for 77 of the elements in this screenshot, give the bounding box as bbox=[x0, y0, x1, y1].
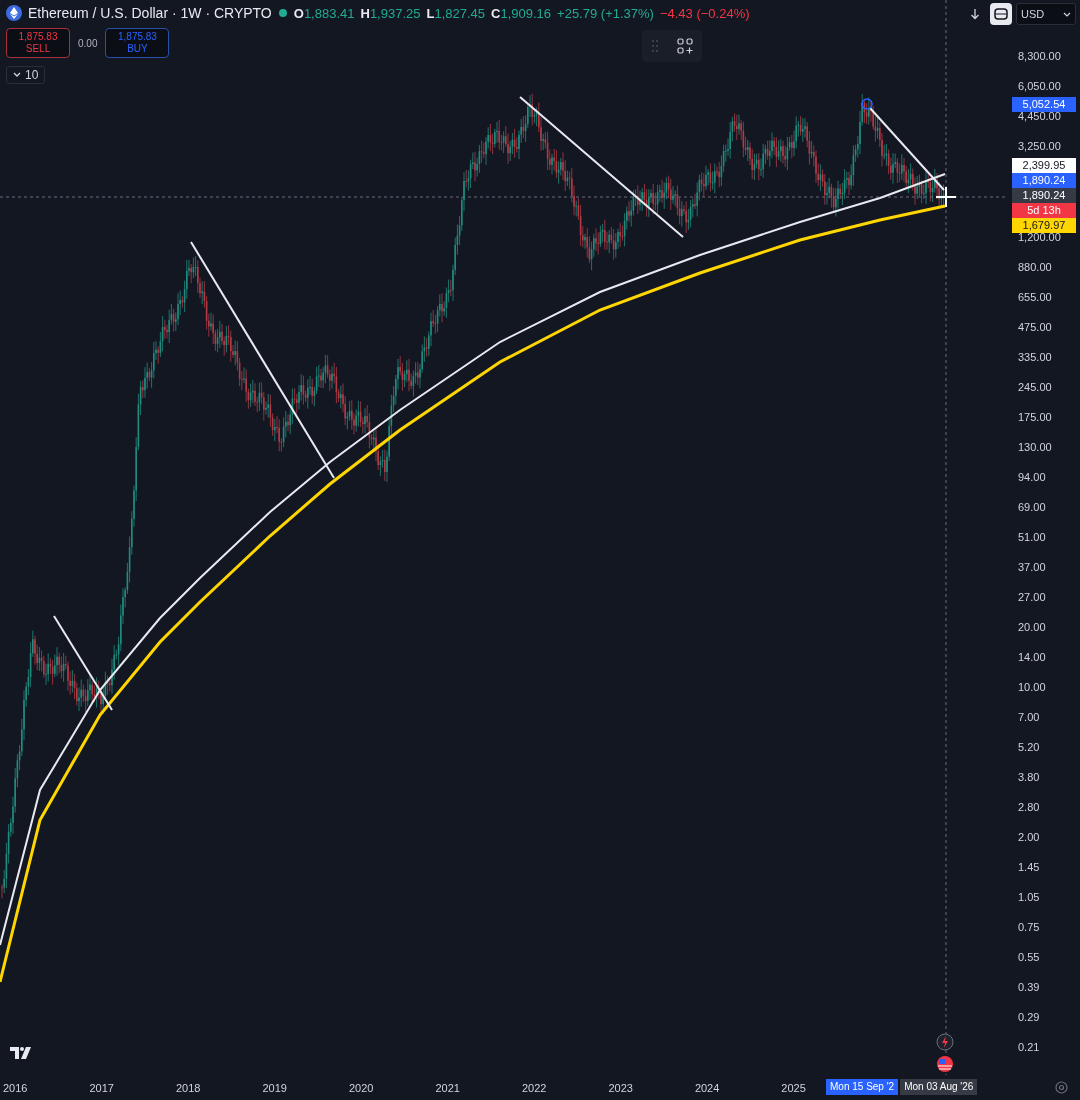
price-tick-label: 2.80 bbox=[1018, 801, 1040, 814]
price-tick-label: 175.00 bbox=[1018, 411, 1052, 424]
caret-icon bbox=[1063, 11, 1071, 17]
buy-button[interactable]: 1,875.83 BUY bbox=[105, 28, 170, 58]
symbol-title: Ethereum / U.S. Dollar · 1W · CRYPTO bbox=[28, 5, 272, 21]
price-tick-label: 20.00 bbox=[1018, 621, 1046, 634]
year-label: 2019 bbox=[262, 1081, 287, 1094]
price-tick-label: 37.00 bbox=[1018, 561, 1046, 574]
indicators-toggle[interactable]: 10 bbox=[6, 66, 46, 84]
date-label: Mon 15 Sep '2 bbox=[826, 1079, 899, 1095]
year-label: 2018 bbox=[175, 1081, 201, 1094]
rounded-square-icon bbox=[994, 8, 1008, 20]
screen-toggle-button[interactable] bbox=[990, 3, 1012, 25]
price-tick-label: 94.00 bbox=[1018, 471, 1046, 484]
price-tick-label: 6,050.00 bbox=[1018, 80, 1061, 93]
crosshair-cursor-icon bbox=[935, 186, 957, 208]
price-label: 5d 13h bbox=[1012, 203, 1076, 218]
price-tick-label: 7.00 bbox=[1018, 711, 1040, 724]
coin-logo-icon bbox=[6, 5, 22, 21]
price-tick-label: 0.21 bbox=[1018, 1041, 1040, 1054]
price-tick-label: 2.00 bbox=[1018, 831, 1040, 844]
year-label: 2025 bbox=[781, 1081, 806, 1094]
price-tick-label: 3,250.00 bbox=[1018, 140, 1061, 153]
pending-change-value: −4.43 (−0.24%) bbox=[659, 5, 750, 21]
year-label: 2022 bbox=[521, 1081, 547, 1094]
price-tick-label: 0.75 bbox=[1018, 921, 1040, 934]
price-label: 1,679.97 bbox=[1012, 218, 1076, 233]
price-tick-label: 1.45 bbox=[1018, 861, 1040, 874]
price-tick-label: 4,450.00 bbox=[1018, 110, 1061, 123]
lightning-icon[interactable] bbox=[936, 1033, 954, 1051]
date-label: Mon 03 Aug '26 bbox=[900, 1079, 978, 1095]
grid-plus-icon[interactable] bbox=[677, 38, 693, 54]
status-dot-icon bbox=[277, 8, 288, 18]
price-tick-label: 1.05 bbox=[1018, 891, 1040, 904]
price-tick-label: 10.00 bbox=[1018, 681, 1046, 694]
ohlc-value: O1,883.41 bbox=[293, 5, 355, 21]
price-tick-label: 3.80 bbox=[1018, 771, 1040, 784]
price-label: 5,052.54 bbox=[1012, 97, 1076, 112]
ohlc-value: C1,909.16 bbox=[491, 5, 552, 21]
settings-icon[interactable] bbox=[1055, 1081, 1068, 1094]
spread-value: 0.00 bbox=[78, 37, 98, 49]
year-label: 2017 bbox=[89, 1081, 114, 1094]
chevron-down-icon bbox=[13, 72, 21, 78]
price-tick-label: 1,200.00 bbox=[1018, 231, 1061, 244]
price-tick-label: 335.00 bbox=[1018, 351, 1052, 364]
price-tick-label: 245.00 bbox=[1018, 381, 1052, 394]
year-label: 2024 bbox=[694, 1081, 720, 1094]
price-tick-label: 69.00 bbox=[1018, 501, 1046, 514]
logo-icon[interactable] bbox=[10, 1047, 32, 1059]
price-tick-label: 0.29 bbox=[1018, 1011, 1040, 1024]
year-label: 2023 bbox=[608, 1081, 633, 1094]
flag-icon bbox=[936, 1055, 954, 1073]
price-tick-label: 8,300.00 bbox=[1018, 50, 1061, 63]
drag-handle-icon[interactable] bbox=[651, 39, 659, 53]
price-label: 2,399.95 bbox=[1012, 158, 1076, 173]
price-tick-label: 51.00 bbox=[1018, 531, 1046, 544]
price-tick-label: 130.00 bbox=[1018, 441, 1052, 454]
price-label: 1,890.24 bbox=[1012, 173, 1076, 188]
price-tick-label: 475.00 bbox=[1018, 321, 1052, 334]
price-tick-label: 14.00 bbox=[1018, 651, 1046, 664]
year-label: 2020 bbox=[348, 1081, 374, 1094]
sell-button[interactable]: 1,875.83 SELL bbox=[6, 28, 70, 58]
price-tick-label: 880.00 bbox=[1018, 261, 1052, 274]
year-label: 2016 bbox=[3, 1081, 28, 1094]
arrow-down-icon bbox=[970, 8, 980, 20]
currency-dropdown[interactable]: USD bbox=[1016, 3, 1076, 25]
price-tick-label: 0.55 bbox=[1018, 951, 1040, 964]
price-label: 1,890.24 bbox=[1012, 188, 1076, 203]
change-value: +25.79 (+1.37%) bbox=[557, 5, 654, 21]
circle-marker-icon bbox=[861, 98, 873, 110]
price-tick-label: 27.00 bbox=[1018, 591, 1046, 604]
ohlc-value: H1,937.25 bbox=[360, 5, 421, 21]
year-label: 2021 bbox=[435, 1081, 460, 1094]
ohlc-value: L1,827.45 bbox=[426, 5, 486, 21]
price-tick-label: 0.39 bbox=[1018, 981, 1040, 994]
price-tick-label: 5.20 bbox=[1018, 741, 1040, 754]
price-tick-label: 655.00 bbox=[1018, 291, 1052, 304]
